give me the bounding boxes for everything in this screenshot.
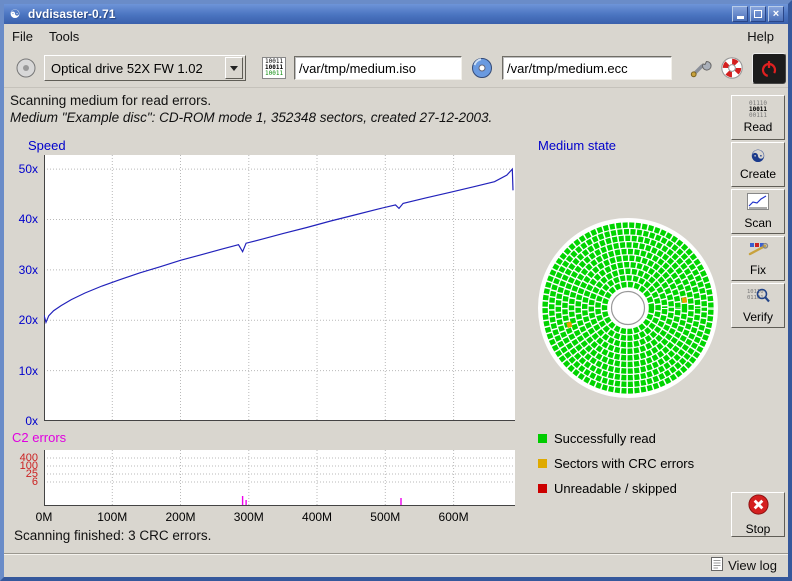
menu-help[interactable]: Help — [739, 27, 782, 46]
iso-path-input[interactable] — [294, 56, 462, 80]
create-button[interactable]: ☯ Create — [731, 142, 785, 187]
speed-ytick: 30x — [4, 263, 38, 277]
scan-result-status: Scanning finished: 3 CRC errors. — [14, 528, 211, 543]
lifebuoy-disc-icon[interactable] — [718, 54, 746, 82]
minimize-button[interactable] — [732, 6, 748, 22]
chart-xtick: 500M — [363, 510, 407, 524]
scan-button[interactable]: Scan — [731, 189, 785, 234]
toolbar: Optical drive 52X FW 1.02 10011 10011 10… — [4, 48, 788, 88]
menu-file[interactable]: File — [4, 27, 41, 46]
window-title: dvdisaster-0.71 — [28, 7, 115, 21]
speed-ytick: 0x — [4, 414, 38, 428]
chart-xtick: 600M — [432, 510, 476, 524]
medium-state-title: Medium state — [538, 138, 616, 153]
verify-button[interactable]: 10110 01101 Verify — [731, 283, 785, 328]
bottom-bar: View log — [4, 553, 788, 577]
chevron-down-icon — [225, 57, 243, 79]
speed-chart-title: Speed — [28, 138, 66, 153]
menubar: File Tools Help — [4, 24, 788, 48]
read-icon: 011101001100111 — [749, 101, 767, 119]
medium-state-disc — [535, 215, 721, 401]
fix-button[interactable]: Fix — [731, 236, 785, 281]
view-log-button[interactable]: View log — [708, 557, 780, 574]
c2-ytick: 6 — [4, 476, 38, 488]
menu-tools[interactable]: Tools — [41, 27, 87, 46]
stop-button[interactable]: Stop — [731, 492, 785, 537]
chart-xtick: 0M — [22, 510, 66, 524]
status-line-2: Medium "Example disc": CD-ROM mode 1, 35… — [10, 110, 492, 125]
iso-file-icon: 10011 10011 10011 — [262, 57, 286, 79]
verify-icon: 10110 01101 — [746, 287, 770, 309]
app-icon[interactable]: ☯ — [8, 7, 22, 21]
legend-item-crc: Sectors with CRC errors — [538, 456, 694, 470]
titlebar[interactable]: ☯ dvdisaster-0.71 × — [4, 4, 788, 24]
legend-label: Unreadable / skipped — [554, 481, 677, 496]
create-yinyang-icon: ☯ — [750, 148, 765, 166]
speed-ytick: 20x — [4, 313, 38, 327]
legend-item-good: Successfully read — [538, 431, 656, 445]
preferences-wrench-icon[interactable] — [686, 54, 714, 82]
drive-select-value: Optical drive 52X FW 1.02 — [45, 61, 203, 76]
speed-plot — [44, 155, 515, 421]
legend-swatch — [538, 484, 547, 493]
legend-swatch — [538, 434, 547, 443]
legend-item-bad: Unreadable / skipped — [538, 481, 677, 495]
chart-xtick: 300M — [227, 510, 271, 524]
app-window: ☯ dvdisaster-0.71 × File Tools Help Opti… — [0, 0, 792, 581]
power-quit-icon[interactable] — [752, 53, 786, 84]
fix-tools-icon — [747, 240, 769, 262]
speed-ytick: 10x — [4, 364, 38, 378]
main-area: Scanning medium for read errors. Medium … — [4, 88, 728, 553]
legend-label: Sectors with CRC errors — [554, 456, 694, 471]
stop-icon — [747, 493, 770, 521]
c2-plot — [44, 450, 515, 506]
maximize-icon — [754, 10, 762, 18]
speed-ytick: 50x — [4, 162, 38, 176]
ecc-file-icon — [470, 56, 494, 80]
status-line-1: Scanning medium for read errors. — [10, 93, 211, 108]
log-page-icon — [711, 557, 723, 574]
ecc-path-input[interactable] — [502, 56, 672, 80]
action-sidebar: 011101001100111 Read ☯ Create Scan Fix 1… — [728, 88, 788, 553]
chart-xtick: 100M — [90, 510, 134, 524]
maximize-button[interactable] — [750, 6, 766, 22]
view-log-label: View log — [728, 558, 777, 573]
drive-select[interactable]: Optical drive 52X FW 1.02 — [44, 55, 246, 81]
legend-label: Successfully read — [554, 431, 656, 446]
chart-xtick: 200M — [159, 510, 203, 524]
chart-xtick: 400M — [295, 510, 339, 524]
read-button[interactable]: 011101001100111 Read — [731, 95, 785, 140]
minimize-icon — [737, 16, 744, 19]
legend-swatch — [538, 459, 547, 468]
scan-icon — [747, 193, 769, 215]
drive-icon[interactable] — [14, 56, 38, 80]
close-button[interactable]: × — [768, 6, 784, 22]
speed-ytick: 40x — [4, 212, 38, 226]
c2-chart-title: C2 errors — [12, 430, 66, 445]
